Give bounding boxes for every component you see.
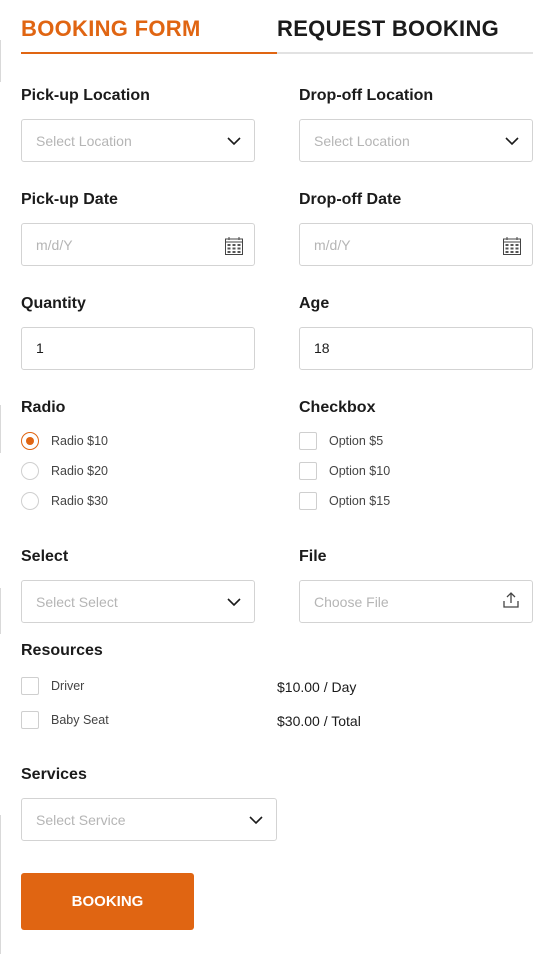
select-dropdown[interactable]: Select Select [21, 580, 255, 623]
resource-name: Baby Seat [51, 713, 109, 727]
file-label: File [299, 548, 327, 565]
chevron-down-icon [505, 137, 519, 146]
pickup-location-label: Pick-up Location [21, 87, 150, 104]
checkbox[interactable] [21, 711, 39, 729]
radio-option-label: Radio $10 [51, 434, 108, 448]
calendar-icon[interactable] [502, 236, 522, 256]
quantity-label: Quantity [21, 295, 86, 312]
dropoff-location-select[interactable]: Select Location [299, 119, 533, 162]
services-placeholder: Select Service [36, 812, 126, 828]
pickup-date-placeholder: m/d/Y [36, 237, 73, 253]
edge-mark [0, 815, 1, 954]
dropoff-location-label: Drop-off Location [299, 87, 434, 104]
upload-icon[interactable] [502, 591, 520, 609]
edge-mark [0, 40, 1, 82]
file-input[interactable]: Choose File [299, 580, 533, 623]
pickup-location-placeholder: Select Location [36, 133, 132, 149]
chevron-down-icon [227, 137, 241, 146]
edge-mark [0, 588, 1, 634]
checkbox-option-label: Option $15 [329, 494, 391, 508]
tab-active-indicator [21, 52, 277, 54]
chevron-down-icon [249, 816, 263, 825]
radio-label: Radio [21, 399, 66, 416]
radio-option-label: Radio $30 [51, 494, 108, 508]
checkbox[interactable] [299, 492, 317, 510]
radio-button[interactable] [21, 432, 39, 450]
dropoff-date-input[interactable]: m/d/Y [299, 223, 533, 266]
resource-name: Driver [51, 679, 85, 693]
checkbox[interactable] [299, 432, 317, 450]
dropoff-date-label: Drop-off Date [299, 191, 402, 208]
checkbox[interactable] [299, 462, 317, 480]
select-label: Select [21, 548, 69, 565]
checkbox-option-label: Option $10 [329, 464, 391, 478]
tab-booking-form[interactable]: BOOKING FORM [21, 16, 201, 42]
pickup-date-label: Pick-up Date [21, 191, 118, 208]
file-placeholder: Choose File [314, 594, 389, 610]
pickup-location-select[interactable]: Select Location [21, 119, 255, 162]
select-placeholder: Select Select [36, 594, 118, 610]
edge-mark [0, 405, 1, 453]
checkbox-label: Checkbox [299, 399, 376, 416]
pickup-date-input[interactable]: m/d/Y [21, 223, 255, 266]
resources-label: Resources [21, 642, 103, 659]
radio-button[interactable] [21, 462, 39, 480]
form-tabs: BOOKING FORM REQUEST BOOKING [21, 14, 533, 54]
age-label: Age [299, 295, 330, 312]
tab-request-booking[interactable]: REQUEST BOOKING [277, 16, 499, 42]
quantity-value: 1 [36, 340, 44, 356]
radio-button[interactable] [21, 492, 39, 510]
services-label: Services [21, 766, 87, 783]
age-input[interactable]: 18 [299, 327, 533, 370]
booking-button[interactable]: BOOKING [21, 873, 194, 930]
resource-price: $10.00 / Day [277, 679, 357, 695]
tab-divider [277, 52, 533, 54]
calendar-icon[interactable] [224, 236, 244, 256]
dropoff-date-placeholder: m/d/Y [314, 237, 351, 253]
services-select[interactable]: Select Service [21, 798, 277, 841]
chevron-down-icon [227, 598, 241, 607]
checkbox-option-label: Option $5 [329, 434, 384, 448]
age-value: 18 [314, 340, 330, 356]
checkbox[interactable] [21, 677, 39, 695]
quantity-input[interactable]: 1 [21, 327, 255, 370]
radio-option-label: Radio $20 [51, 464, 108, 478]
dropoff-location-placeholder: Select Location [314, 133, 410, 149]
resource-price: $30.00 / Total [277, 713, 361, 729]
